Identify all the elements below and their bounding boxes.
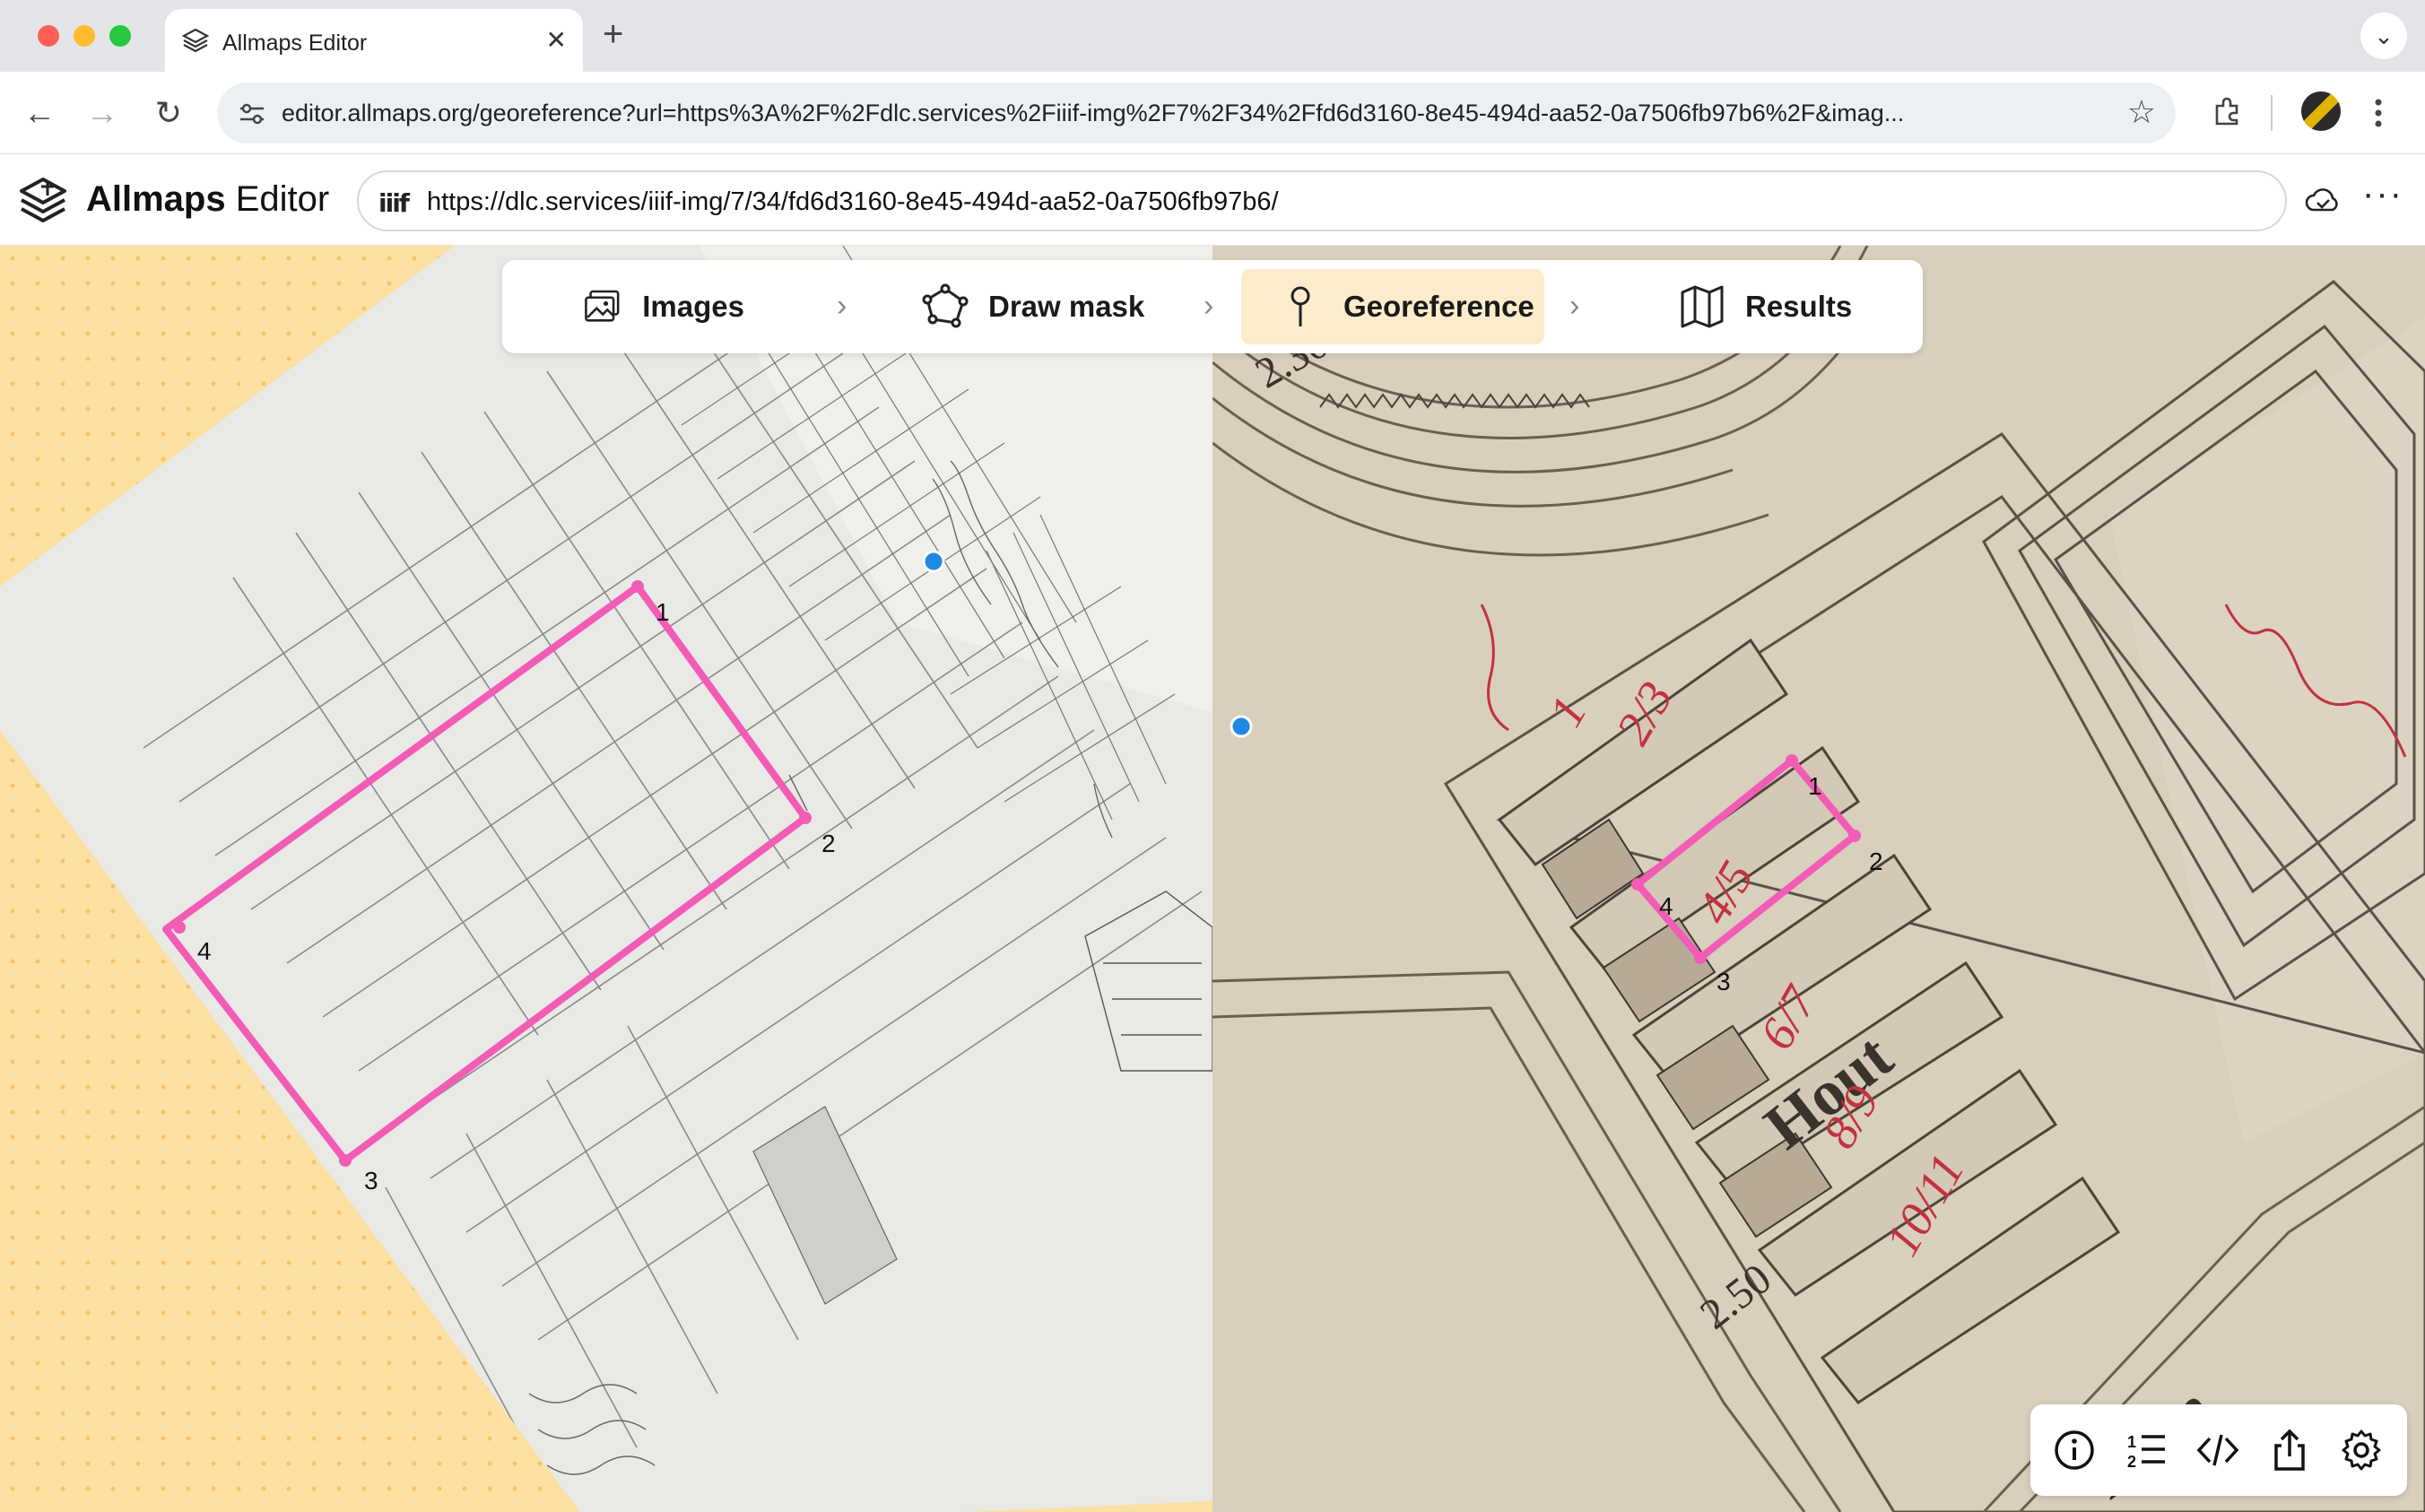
toolbar-divider bbox=[2271, 95, 2273, 131]
forward-button[interactable]: → bbox=[81, 91, 124, 135]
extensions-puzzle-icon[interactable] bbox=[2210, 93, 2246, 129]
numbered-list-icon[interactable]: 1 2 bbox=[2124, 1428, 2169, 1473]
back-button[interactable]: ← bbox=[18, 91, 61, 135]
images-icon bbox=[585, 290, 620, 322]
cloud-check-icon[interactable] bbox=[2303, 181, 2342, 221]
map-gcp-label-3: 3 bbox=[1717, 968, 1731, 995]
gcp-label-2: 2 bbox=[821, 830, 836, 857]
gcp-point-1[interactable] bbox=[631, 580, 644, 593]
svg-text:2: 2 bbox=[2127, 1453, 2136, 1471]
pin-icon bbox=[1291, 286, 1310, 326]
step-results[interactable]: Results bbox=[1679, 269, 1858, 344]
map-gcp-label-4: 4 bbox=[1659, 892, 1673, 920]
scanned-drawing-canvas[interactable]: 1 2 3 4 bbox=[0, 246, 1212, 1512]
map-gcp-point-2[interactable] bbox=[1848, 830, 1861, 842]
minimize-window-button[interactable] bbox=[74, 25, 95, 47]
map-cursor-dot bbox=[1230, 715, 1253, 738]
reload-button[interactable]: ↻ bbox=[147, 91, 190, 135]
tab-title: Allmaps Editor bbox=[222, 30, 368, 56]
profile-avatar[interactable] bbox=[2301, 91, 2341, 131]
step-images-label: Images bbox=[642, 290, 744, 323]
map-gcp-label-1: 1 bbox=[1808, 772, 1822, 800]
map-gcp-point-1[interactable] bbox=[1786, 754, 1798, 767]
brand-bold: Allmaps bbox=[86, 179, 226, 219]
allmaps-logo-icon bbox=[20, 178, 66, 222]
step-separator-icon: › bbox=[1204, 289, 1214, 323]
svg-text:1: 1 bbox=[2127, 1433, 2136, 1451]
step-separator-icon: › bbox=[1569, 289, 1580, 323]
cursor-position-dot bbox=[922, 550, 945, 573]
iiif-url-input[interactable] bbox=[427, 185, 2256, 219]
more-menu-button[interactable]: ··· bbox=[2362, 174, 2403, 214]
map-gcp-point-4[interactable] bbox=[1631, 878, 1644, 891]
step-georeference-label: Georeference bbox=[1343, 290, 1534, 323]
address-bar-url[interactable]: editor.allmaps.org/georeference?url=http… bbox=[282, 100, 2111, 127]
info-icon[interactable] bbox=[2052, 1428, 2097, 1473]
app-header: Allmaps Editor iiif ··· bbox=[0, 154, 2425, 246]
address-bar[interactable]: editor.allmaps.org/georeference?url=http… bbox=[217, 83, 2176, 143]
browser-menu-icon[interactable] bbox=[2371, 95, 2386, 131]
gcp-label-3: 3 bbox=[364, 1167, 378, 1195]
close-tab-icon[interactable]: ✕ bbox=[546, 25, 567, 55]
gcp-label-4: 4 bbox=[197, 937, 212, 965]
step-separator-icon: › bbox=[837, 289, 847, 323]
allmaps-favicon-icon bbox=[181, 28, 210, 53]
browser-toolbar: ← → ↻ editor.allmaps.org/georeference?ur… bbox=[0, 72, 2425, 154]
step-draw-mask-label: Draw mask bbox=[988, 290, 1145, 323]
new-tab-button[interactable]: + bbox=[603, 14, 623, 55]
iiif-image-viewer[interactable]: 1 2 3 4 bbox=[0, 246, 1212, 1512]
gcp-point-4[interactable] bbox=[173, 921, 186, 934]
historic-map-canvas[interactable]: Hout 2.30 2.50 kken 2/3 4/5 6/7 8/9 10/1… bbox=[1212, 246, 2425, 1512]
site-settings-icon[interactable] bbox=[237, 99, 267, 129]
browser-tab[interactable]: Allmaps Editor ✕ bbox=[165, 9, 583, 72]
map-gcp-point-3[interactable] bbox=[1694, 952, 1707, 964]
bottom-toolbar: 1 2 bbox=[2030, 1404, 2407, 1496]
close-window-button[interactable] bbox=[38, 25, 59, 47]
browser-tab-bar: Allmaps Editor ✕ + ⌄ bbox=[0, 0, 2425, 72]
step-images[interactable]: Images bbox=[583, 269, 744, 344]
iiif-logo-icon: iiif bbox=[378, 188, 410, 218]
gcp-point-2[interactable] bbox=[799, 812, 812, 824]
polygon-icon bbox=[922, 283, 969, 328]
map-icon bbox=[1681, 285, 1724, 328]
code-icon[interactable] bbox=[2195, 1428, 2240, 1473]
workflow-steps: Images › Draw mask › Georeference › Resu… bbox=[502, 260, 1923, 353]
maximize-window-button[interactable] bbox=[109, 25, 131, 47]
step-draw-mask[interactable]: Draw mask bbox=[922, 269, 1155, 344]
bookmark-star-icon[interactable]: ☆ bbox=[2127, 93, 2156, 131]
tab-search-button[interactable]: ⌄ bbox=[2360, 13, 2407, 59]
share-icon[interactable] bbox=[2267, 1428, 2312, 1473]
app-brand: Allmaps Editor bbox=[86, 179, 329, 220]
step-georeference[interactable]: Georeference bbox=[1241, 269, 1544, 344]
iiif-url-field[interactable]: iiif bbox=[357, 170, 2287, 231]
step-results-label: Results bbox=[1745, 290, 1853, 323]
gcp-point-3[interactable] bbox=[339, 1154, 352, 1167]
georeference-map-viewer[interactable]: Hout 2.30 2.50 kken 2/3 4/5 6/7 8/9 10/1… bbox=[1212, 246, 2425, 1512]
map-gcp-label-2: 2 bbox=[1869, 847, 1883, 875]
gcp-label-1: 1 bbox=[656, 598, 670, 626]
brand-regular: Editor bbox=[225, 179, 330, 219]
settings-icon[interactable] bbox=[2339, 1428, 2384, 1473]
